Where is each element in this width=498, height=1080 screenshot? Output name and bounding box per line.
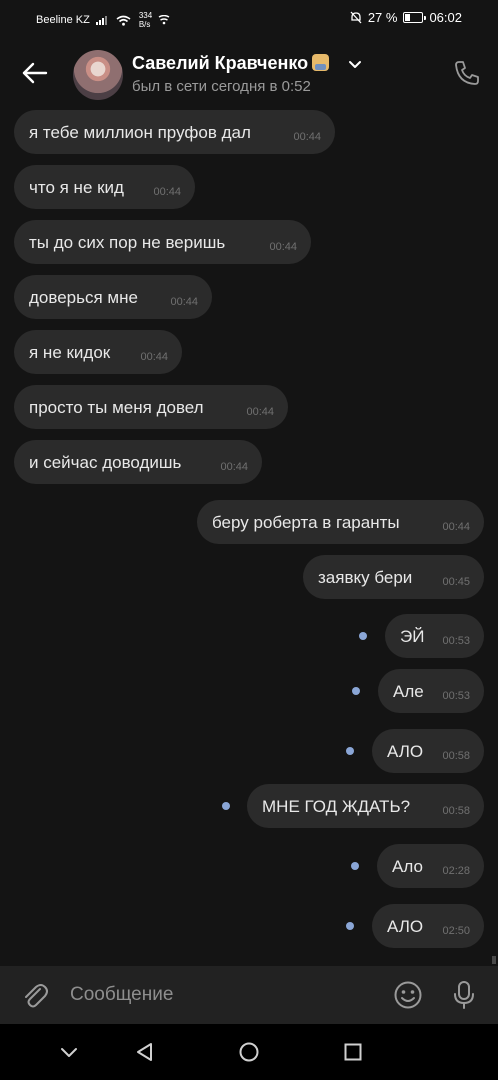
paperclip-icon[interactable] bbox=[20, 980, 50, 1010]
message-bubble-outgoing[interactable]: заявку бери 00:45 bbox=[303, 555, 484, 599]
message-text: Ало bbox=[392, 857, 423, 876]
hotspot-icon bbox=[158, 15, 170, 25]
message-time: 00:44 bbox=[269, 241, 297, 253]
chevron-down-icon[interactable] bbox=[348, 58, 362, 72]
message-text: МНЕ ГОД ЖДАТЬ? bbox=[262, 797, 411, 816]
message-time: 00:44 bbox=[220, 461, 248, 473]
message-bubble-incoming[interactable]: просто ты меня довел 00:44 bbox=[14, 385, 288, 429]
message-text: доверься мне bbox=[29, 288, 138, 307]
speed-unit: B/s bbox=[138, 20, 151, 29]
network-speed: 334 B/s bbox=[139, 11, 152, 29]
message-bubble-outgoing[interactable]: МНЕ ГОД ЖДАТЬ? 00:58 bbox=[247, 784, 484, 828]
unread-indicator bbox=[352, 687, 360, 695]
message-bubble-outgoing[interactable]: АЛО 00:58 bbox=[372, 729, 484, 773]
unread-indicator bbox=[351, 862, 359, 870]
speed-value: 334 bbox=[138, 11, 153, 20]
battery-fill bbox=[405, 14, 411, 21]
message-text: что я не кид bbox=[29, 178, 124, 197]
message-bubble-incoming[interactable]: и сейчас доводишь 00:44 bbox=[14, 440, 262, 484]
battery-icon bbox=[403, 12, 427, 23]
message-bubble-incoming[interactable]: доверься мне 00:44 bbox=[14, 275, 212, 319]
message-text: я не кидок bbox=[29, 343, 111, 362]
contact-status: был в сети сегодня в 0:52 bbox=[132, 78, 311, 95]
unread-indicator bbox=[346, 747, 354, 755]
message-time: 00:44 bbox=[170, 296, 198, 308]
message-text: и сейчас доводишь bbox=[29, 453, 182, 472]
message-time: 02:50 bbox=[442, 925, 470, 937]
message-bubble-incoming[interactable]: что я не кид 00:44 bbox=[14, 165, 195, 209]
contact-name-text: Савелий Кравченко bbox=[132, 53, 309, 73]
message-time: 00:53 bbox=[442, 690, 470, 702]
mute-bell-icon bbox=[350, 11, 362, 24]
message-time: 00:58 bbox=[442, 750, 470, 762]
message-text: ЭЙ bbox=[400, 627, 425, 646]
unread-indicator bbox=[346, 922, 354, 930]
message-time: 00:53 bbox=[442, 635, 470, 647]
message-time: 02:28 bbox=[442, 865, 470, 877]
message-bubble-outgoing[interactable]: беру роберта в гаранты 00:44 bbox=[197, 500, 484, 544]
message-bubble-outgoing[interactable]: АЛО 02:50 bbox=[372, 904, 484, 948]
message-time: 00:44 bbox=[293, 131, 321, 143]
system-nav-bar bbox=[0, 1024, 498, 1080]
avatar[interactable] bbox=[73, 50, 123, 100]
message-text: АЛО bbox=[387, 742, 424, 761]
circle-home-icon[interactable] bbox=[238, 1041, 260, 1063]
message-text: просто ты меня довел bbox=[29, 398, 204, 417]
chat-header: Савелий Кравченко был в сети сегодня в 0… bbox=[0, 40, 498, 110]
status-right: 27 % 06:02 bbox=[350, 10, 462, 25]
message-text: я тебе миллион пруфов дал bbox=[29, 123, 251, 142]
message-bubble-incoming[interactable]: я тебе миллион пруфов дал 00:44 bbox=[14, 110, 335, 154]
message-bubble-incoming[interactable]: ты до сих пор не веришь 00:44 bbox=[14, 220, 311, 264]
message-text: Але bbox=[393, 682, 424, 701]
clock: 06:02 bbox=[429, 10, 462, 25]
message-bubble-outgoing[interactable]: ЭЙ 00:53 bbox=[385, 614, 484, 658]
battery-percent: 27 % bbox=[367, 10, 398, 25]
message-time: 00:44 bbox=[442, 521, 470, 533]
message-text: ты до сих пор не веришь bbox=[29, 233, 226, 252]
microphone-icon[interactable] bbox=[449, 979, 479, 1011]
message-time: 00:44 bbox=[246, 406, 274, 418]
arrow-left-icon[interactable] bbox=[20, 58, 50, 88]
technologist-emoji-icon bbox=[312, 54, 330, 71]
message-composer: Сообщение bbox=[0, 966, 498, 1024]
message-input[interactable]: Сообщение bbox=[70, 984, 173, 1006]
wifi-icon bbox=[116, 15, 131, 26]
message-bubble-incoming[interactable]: я не кидок 00:44 bbox=[14, 330, 182, 374]
carrier-label: Beeline KZ bbox=[36, 14, 90, 26]
smiley-icon[interactable] bbox=[393, 980, 423, 1010]
status-bar: Beeline KZ 334 B/s 27 % 06:02 bbox=[0, 0, 498, 40]
message-time: 00:45 bbox=[442, 576, 470, 588]
unread-indicator bbox=[222, 802, 230, 810]
message-text: АЛО bbox=[387, 917, 424, 936]
message-bubble-outgoing[interactable]: Ало 02:28 bbox=[377, 844, 484, 888]
square-recents-icon[interactable] bbox=[342, 1041, 364, 1063]
message-text: заявку бери bbox=[318, 568, 413, 587]
chevron-down-icon[interactable] bbox=[58, 1041, 80, 1063]
message-text: беру роберта в гаранты bbox=[212, 513, 400, 532]
message-time: 00:44 bbox=[140, 351, 168, 363]
status-left: Beeline KZ 334 B/s bbox=[36, 11, 170, 29]
unread-indicator bbox=[359, 632, 367, 640]
message-time: 00:58 bbox=[442, 805, 470, 817]
phone-icon[interactable] bbox=[452, 58, 482, 88]
message-bubble-outgoing[interactable]: Але 00:53 bbox=[378, 669, 484, 713]
message-time: 00:44 bbox=[153, 186, 181, 198]
scrollbar[interactable] bbox=[492, 956, 496, 964]
triangle-back-icon[interactable] bbox=[134, 1041, 156, 1063]
signal-icon bbox=[95, 16, 107, 25]
contact-name[interactable]: Савелий Кравченко bbox=[132, 53, 330, 74]
